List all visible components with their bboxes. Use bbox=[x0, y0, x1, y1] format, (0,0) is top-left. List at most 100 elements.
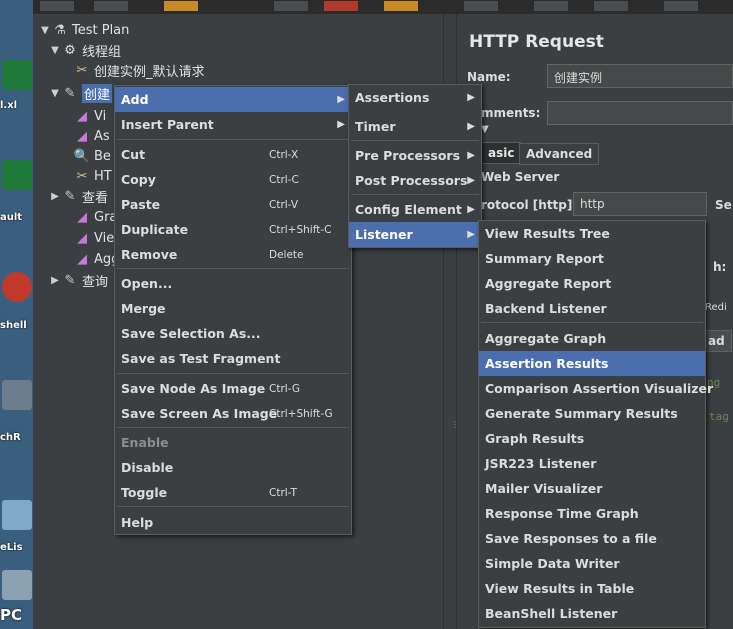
web-server-group-title: Web Server bbox=[481, 170, 560, 184]
landscape-file-icon[interactable] bbox=[2, 570, 32, 600]
tree-node-thread-group[interactable]: ▼ ⚙ 线程组 bbox=[49, 40, 121, 60]
menu-item-timer[interactable]: Timer ▶ bbox=[349, 114, 481, 139]
toolbar-button[interactable] bbox=[533, 0, 569, 12]
submenu-arrow-icon: ▶ bbox=[467, 175, 475, 186]
menu-separator bbox=[117, 373, 349, 374]
tree-node-selected-sampler[interactable]: ▼ ✎ 创建 bbox=[49, 83, 113, 103]
tree-node-default-request[interactable]: ✂ 创建实例_默认请求 bbox=[61, 60, 205, 80]
excel-file-icon[interactable] bbox=[2, 160, 32, 190]
tree-node-child[interactable]: ◢ As bbox=[73, 126, 110, 146]
menu-item-help[interactable]: Help bbox=[115, 510, 351, 535]
menu-item-insert-parent[interactable]: Insert Parent ▶ bbox=[115, 112, 351, 137]
menu-item-aggregate-report[interactable]: Aggregate Report bbox=[479, 271, 705, 296]
tree-node-child[interactable]: ▶ ✎ 查看 bbox=[49, 186, 108, 206]
menu-item-listener[interactable]: Listener ▶ bbox=[349, 222, 481, 247]
toolbar-button[interactable] bbox=[663, 0, 699, 12]
tree-node-child[interactable]: ◢ Gra bbox=[61, 207, 117, 227]
menu-item-aggregate-graph[interactable]: Aggregate Graph bbox=[479, 326, 705, 351]
menu-separator bbox=[117, 427, 349, 428]
menu-item-shortcut: Ctrl-G bbox=[269, 382, 300, 395]
menu-item-summary-report[interactable]: Summary Report bbox=[479, 246, 705, 271]
protocol-field[interactable]: http bbox=[573, 192, 707, 216]
toolbar-button[interactable] bbox=[593, 0, 629, 12]
menu-item-save-responses-to-a-file[interactable]: Save Responses to a file bbox=[479, 526, 705, 551]
menu-item-response-time-graph[interactable]: Response Time Graph bbox=[479, 501, 705, 526]
menu-item-save-as-test-fragment[interactable]: Save as Test Fragment bbox=[115, 346, 351, 371]
excel-file-icon[interactable] bbox=[2, 60, 32, 90]
tree-node-label: 创建 bbox=[82, 83, 113, 103]
menu-item-enable[interactable]: Enable bbox=[115, 430, 351, 455]
menu-item-generate-summary-results[interactable]: Generate Summary Results bbox=[479, 401, 705, 426]
submenu-arrow-icon: ▶ bbox=[337, 94, 345, 105]
menu-item-duplicate[interactable]: Duplicate Ctrl+Shift-C bbox=[115, 217, 351, 242]
menu-item-view-results-in-table[interactable]: View Results in Table bbox=[479, 576, 705, 601]
menu-item-backend-listener[interactable]: Backend Listener bbox=[479, 296, 705, 321]
menu-separator bbox=[481, 322, 703, 323]
menu-item-post-processors[interactable]: Post Processors ▶ bbox=[349, 168, 481, 193]
menu-item-save-selection-as[interactable]: Save Selection As... bbox=[115, 321, 351, 346]
menu-item-label: Duplicate bbox=[121, 222, 189, 237]
submenu-arrow-icon: ▶ bbox=[467, 229, 475, 240]
tree-node-label: Vi bbox=[94, 108, 107, 124]
menu-item-graph-results[interactable]: Graph Results bbox=[479, 426, 705, 451]
collapse-arrow-icon[interactable]: ▶ bbox=[49, 191, 61, 202]
menu-item-cut[interactable]: Cut Ctrl-X bbox=[115, 142, 351, 167]
tree-node-child[interactable]: ✂ HT bbox=[61, 166, 112, 186]
file-icon[interactable] bbox=[2, 380, 32, 410]
magnifier-icon: 🔍 bbox=[73, 148, 91, 164]
tree-node-child[interactable]: ▶ ✎ 查询 bbox=[49, 270, 108, 290]
menu-item-jsr223-listener[interactable]: JSR223 Listener bbox=[479, 451, 705, 476]
toolbar-button[interactable] bbox=[93, 0, 129, 12]
menu-item-beanshell-listener[interactable]: BeanShell Listener bbox=[479, 601, 705, 626]
menu-item-copy[interactable]: Copy Ctrl-C bbox=[115, 167, 351, 192]
collapse-arrow-icon[interactable]: ▼ bbox=[481, 124, 489, 135]
menu-item-label: Save Screen As Image bbox=[121, 406, 278, 421]
menu-item-merge[interactable]: Merge bbox=[115, 296, 351, 321]
tree-node-child[interactable]: ◢ Vie bbox=[61, 228, 114, 248]
menu-item-label: View Results Tree bbox=[485, 226, 610, 241]
menu-item-label: View Results in Table bbox=[485, 581, 635, 596]
menu-item-remove[interactable]: Remove Delete bbox=[115, 242, 351, 267]
menu-item-save-screen-as-image[interactable]: Save Screen As Image Ctrl+Shift-G bbox=[115, 401, 351, 426]
name-field[interactable]: 创建实例 bbox=[547, 64, 733, 88]
menu-item-pre-processors[interactable]: Pre Processors ▶ bbox=[349, 143, 481, 168]
menu-item-view-results-tree[interactable]: View Results Tree bbox=[479, 221, 705, 246]
toolbar-button[interactable] bbox=[273, 0, 309, 12]
toolbar-button[interactable] bbox=[463, 0, 499, 12]
expand-arrow-icon[interactable]: ▼ bbox=[49, 88, 61, 99]
toolbar-button[interactable] bbox=[323, 0, 359, 12]
tab-basic[interactable]: asic bbox=[481, 142, 522, 164]
menu-item-label: JSR223 Listener bbox=[485, 456, 597, 471]
tree-node-child[interactable]: ◢ Vi bbox=[73, 106, 106, 126]
comments-field[interactable] bbox=[547, 101, 733, 125]
toolbar-button[interactable] bbox=[39, 0, 75, 12]
image-file-icon[interactable] bbox=[2, 500, 32, 530]
tools-icon: ✂ bbox=[76, 62, 88, 78]
menu-item-mailer-visualizer[interactable]: Mailer Visualizer bbox=[479, 476, 705, 501]
menu-item-disable[interactable]: Disable bbox=[115, 455, 351, 480]
expand-arrow-icon[interactable]: ▼ bbox=[49, 45, 61, 56]
menu-item-paste[interactable]: Paste Ctrl-V bbox=[115, 192, 351, 217]
menu-item-label: Paste bbox=[121, 197, 161, 212]
collapse-arrow-icon[interactable]: ▶ bbox=[49, 275, 61, 286]
menu-item-add[interactable]: Add ▶ bbox=[115, 87, 351, 112]
menu-item-config-element[interactable]: Config Element ▶ bbox=[349, 197, 481, 222]
expand-arrow-icon[interactable]: ▼ bbox=[39, 25, 51, 36]
menu-item-comparison-assertion-visualizer[interactable]: Comparison Assertion Visualizer bbox=[479, 376, 713, 401]
app-shortcut-icon[interactable] bbox=[2, 272, 32, 302]
tab-advanced[interactable]: Advanced bbox=[519, 143, 600, 165]
menu-item-toggle[interactable]: Toggle Ctrl-T bbox=[115, 480, 351, 505]
toolbar-button[interactable] bbox=[383, 0, 419, 12]
menu-separator bbox=[117, 506, 349, 507]
menu-item-assertions[interactable]: Assertions ▶ bbox=[349, 85, 481, 110]
menu-item-save-node-as-image[interactable]: Save Node As Image Ctrl-G bbox=[115, 376, 351, 401]
menu-item-assertion-results[interactable]: Assertion Results bbox=[479, 351, 705, 376]
menu-item-label: Save as Test Fragment bbox=[121, 351, 281, 366]
menu-item-simple-data-writer[interactable]: Simple Data Writer bbox=[479, 551, 705, 576]
toolbar-button[interactable] bbox=[163, 0, 199, 12]
tree-node-child[interactable]: ◢ Agg bbox=[61, 249, 119, 269]
menu-item-open[interactable]: Open... bbox=[115, 271, 351, 296]
tree-node-test-plan[interactable]: ▼ ⚗ Test Plan bbox=[39, 20, 129, 40]
tree-node-child[interactable]: 🔍 Be bbox=[73, 146, 111, 166]
menu-item-label: Summary Report bbox=[485, 251, 604, 266]
